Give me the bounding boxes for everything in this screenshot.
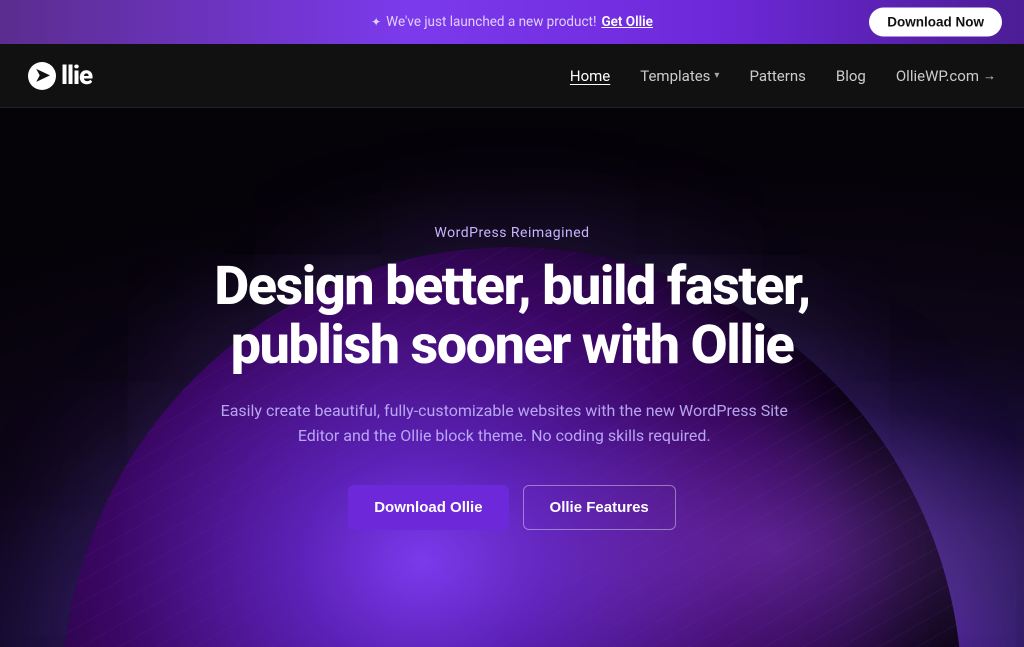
hero-title: Design better, build faster, publish soo… xyxy=(214,257,810,376)
nav-blog[interactable]: Blog xyxy=(836,67,866,85)
nav-olliewp[interactable]: OllieWP.com → xyxy=(896,67,996,85)
logo-icon: ➤ xyxy=(28,62,56,90)
banner-link[interactable]: Get Ollie xyxy=(601,14,652,30)
hero-subtitle: Easily create beautiful, fully-customiza… xyxy=(214,398,794,449)
logo-text: llie xyxy=(61,61,92,91)
hero-buttons: Download Ollie Ollie Features xyxy=(214,485,810,530)
external-link-icon: → xyxy=(983,68,996,84)
hero-eyebrow: WordPress Reimagined xyxy=(214,225,810,241)
nav-home[interactable]: Home xyxy=(570,67,610,85)
logo[interactable]: ➤ llie xyxy=(28,61,92,91)
banner-text: We've just launched a new product! xyxy=(386,14,596,30)
hero-section: WordPress Reimagined Design better, buil… xyxy=(0,108,1024,647)
navbar: ➤ llie Home Templates ▾ Patterns Blog Ol… xyxy=(0,44,1024,108)
sparkle-icon: ✦ xyxy=(371,15,381,29)
banner-message: ✦ We've just launched a new product! Get… xyxy=(371,14,653,30)
nav-templates[interactable]: Templates ▾ xyxy=(640,67,719,85)
nav-links: Home Templates ▾ Patterns Blog OllieWP.c… xyxy=(570,67,996,85)
download-ollie-button[interactable]: Download Ollie xyxy=(348,485,508,530)
download-now-button[interactable]: Download Now xyxy=(869,8,1002,37)
chevron-down-icon: ▾ xyxy=(714,70,719,81)
hero-content: WordPress Reimagined Design better, buil… xyxy=(194,225,830,530)
hero-title-line1: Design better, build faster, xyxy=(214,255,810,318)
hero-title-line2: publish sooner with Ollie xyxy=(231,314,794,377)
nav-patterns[interactable]: Patterns xyxy=(749,67,805,85)
top-banner: ✦ We've just launched a new product! Get… xyxy=(0,0,1024,44)
ollie-features-button[interactable]: Ollie Features xyxy=(523,485,676,530)
